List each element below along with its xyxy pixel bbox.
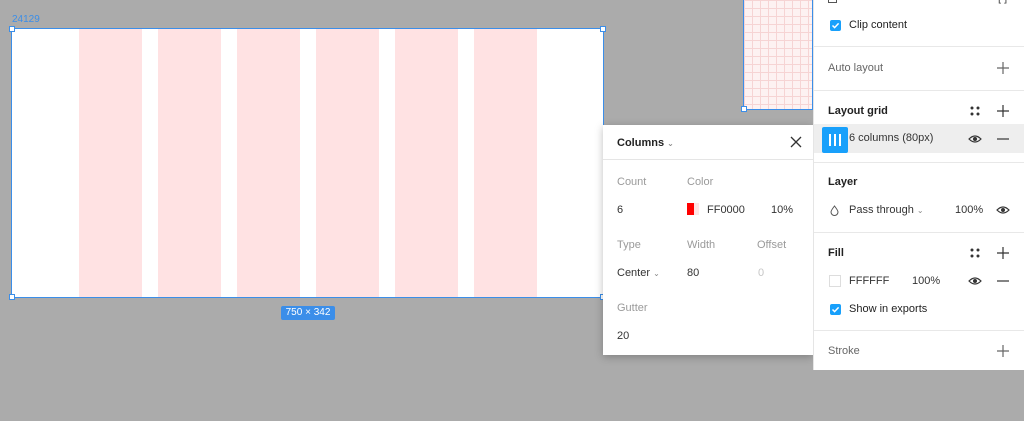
columns-grid-icon[interactable] bbox=[822, 127, 848, 153]
divider bbox=[814, 232, 1024, 233]
eye-icon[interactable] bbox=[968, 132, 982, 146]
clip-content-label: Clip content bbox=[849, 19, 908, 31]
offset-label: Offset bbox=[757, 239, 787, 251]
grid-column bbox=[474, 29, 537, 297]
clip-content-checkbox[interactable] bbox=[830, 20, 841, 31]
checkmark-icon bbox=[831, 306, 840, 313]
blend-mode-dropdown[interactable]: Pass through ⌄ bbox=[849, 204, 924, 216]
color-swatch-transparent bbox=[694, 203, 699, 215]
grid-column bbox=[316, 29, 379, 297]
width-input[interactable]: 80 bbox=[687, 267, 699, 279]
chevron-down-icon: ⌄ bbox=[667, 139, 674, 148]
color-hex-input[interactable]: FF0000 bbox=[707, 204, 745, 216]
close-icon[interactable] bbox=[790, 136, 802, 148]
columns-settings-popup: Columns ⌄ Count Color 6 FF0000 10% Type … bbox=[603, 125, 813, 355]
grid-type-dropdown[interactable]: Columns ⌄ bbox=[617, 137, 674, 149]
columns-icon bbox=[829, 134, 841, 146]
add-layout-grid-icon[interactable] bbox=[996, 104, 1010, 118]
eye-icon[interactable] bbox=[996, 203, 1010, 217]
fill-opacity-input[interactable]: 100% bbox=[912, 275, 940, 287]
show-in-exports-label: Show in exports bbox=[849, 303, 928, 315]
popup-header: Columns ⌄ bbox=[603, 125, 813, 160]
resize-option-icon[interactable]: [ ] bbox=[998, 0, 1007, 4]
divider bbox=[814, 162, 1024, 163]
grid-column bbox=[158, 29, 221, 297]
grid-type-label: Columns bbox=[617, 137, 665, 149]
count-input[interactable]: 6 bbox=[617, 204, 623, 216]
divider bbox=[814, 46, 1024, 47]
color-label: Color bbox=[687, 176, 714, 188]
selected-frame[interactable] bbox=[9, 26, 606, 300]
checkmark-icon bbox=[831, 22, 840, 29]
chevron-down-icon: ⌄ bbox=[653, 269, 660, 278]
layer-title: Layer bbox=[828, 176, 858, 188]
fill-styles-icon[interactable] bbox=[968, 246, 982, 260]
resize-handle-top-right[interactable] bbox=[600, 26, 606, 32]
resize-handle-bottom-left[interactable] bbox=[9, 294, 15, 300]
show-in-exports-checkbox[interactable] bbox=[830, 304, 841, 315]
layout-grid-title: Layout grid bbox=[828, 105, 888, 117]
resize-handle-top-left[interactable] bbox=[9, 26, 15, 32]
properties-panel: [ ] Clip content Auto layout Layout grid… bbox=[813, 0, 1024, 370]
color-swatch-solid bbox=[687, 203, 694, 215]
add-fill-icon[interactable] bbox=[996, 246, 1010, 260]
blend-mode-drop-icon bbox=[830, 205, 839, 216]
layout-grid-row[interactable]: 6 columns (80px) bbox=[814, 124, 1024, 153]
fill-title: Fill bbox=[828, 247, 844, 259]
grid-column bbox=[79, 29, 142, 297]
type-value: Center bbox=[617, 267, 651, 279]
remove-grid-icon[interactable] bbox=[996, 132, 1010, 146]
color-opacity-input[interactable]: 10% bbox=[771, 204, 793, 216]
divider bbox=[814, 330, 1024, 331]
width-label: Width bbox=[687, 239, 716, 251]
remove-fill-icon[interactable] bbox=[996, 274, 1010, 288]
layer-opacity-input[interactable]: 100% bbox=[955, 204, 983, 216]
type-label: Type bbox=[617, 239, 641, 251]
count-label: Count bbox=[617, 176, 647, 188]
offset-input[interactable]: 0 bbox=[758, 267, 764, 279]
frame-size-badge: 750 × 342 bbox=[281, 306, 335, 320]
grid-column bbox=[395, 29, 458, 297]
type-dropdown[interactable]: Center ⌄ bbox=[617, 267, 660, 279]
fill-color-swatch[interactable] bbox=[829, 275, 841, 287]
grid-styles-icon[interactable] bbox=[968, 104, 982, 118]
auto-layout-title: Auto layout bbox=[828, 62, 884, 74]
blend-mode-value: Pass through bbox=[849, 204, 914, 216]
layout-grid-label[interactable]: 6 columns (80px) bbox=[849, 132, 933, 144]
divider bbox=[814, 90, 1024, 91]
gutter-input[interactable]: 20 bbox=[617, 330, 629, 342]
frame-name-label[interactable]: 24129 bbox=[12, 14, 40, 25]
gutter-label: Gutter bbox=[617, 302, 648, 314]
adjacent-frame[interactable] bbox=[741, 0, 813, 112]
grid-column bbox=[237, 29, 300, 297]
add-auto-layout-icon[interactable] bbox=[996, 61, 1010, 75]
resize-handle-bottom-left[interactable] bbox=[741, 106, 747, 112]
fill-hex-input[interactable]: FFFFFF bbox=[849, 275, 889, 287]
frame-option-icon[interactable] bbox=[828, 0, 837, 3]
color-swatch[interactable] bbox=[687, 203, 699, 215]
eye-icon[interactable] bbox=[968, 274, 982, 288]
add-stroke-icon[interactable] bbox=[996, 344, 1010, 358]
chevron-down-icon: ⌄ bbox=[916, 206, 924, 215]
stroke-title: Stroke bbox=[828, 345, 860, 357]
